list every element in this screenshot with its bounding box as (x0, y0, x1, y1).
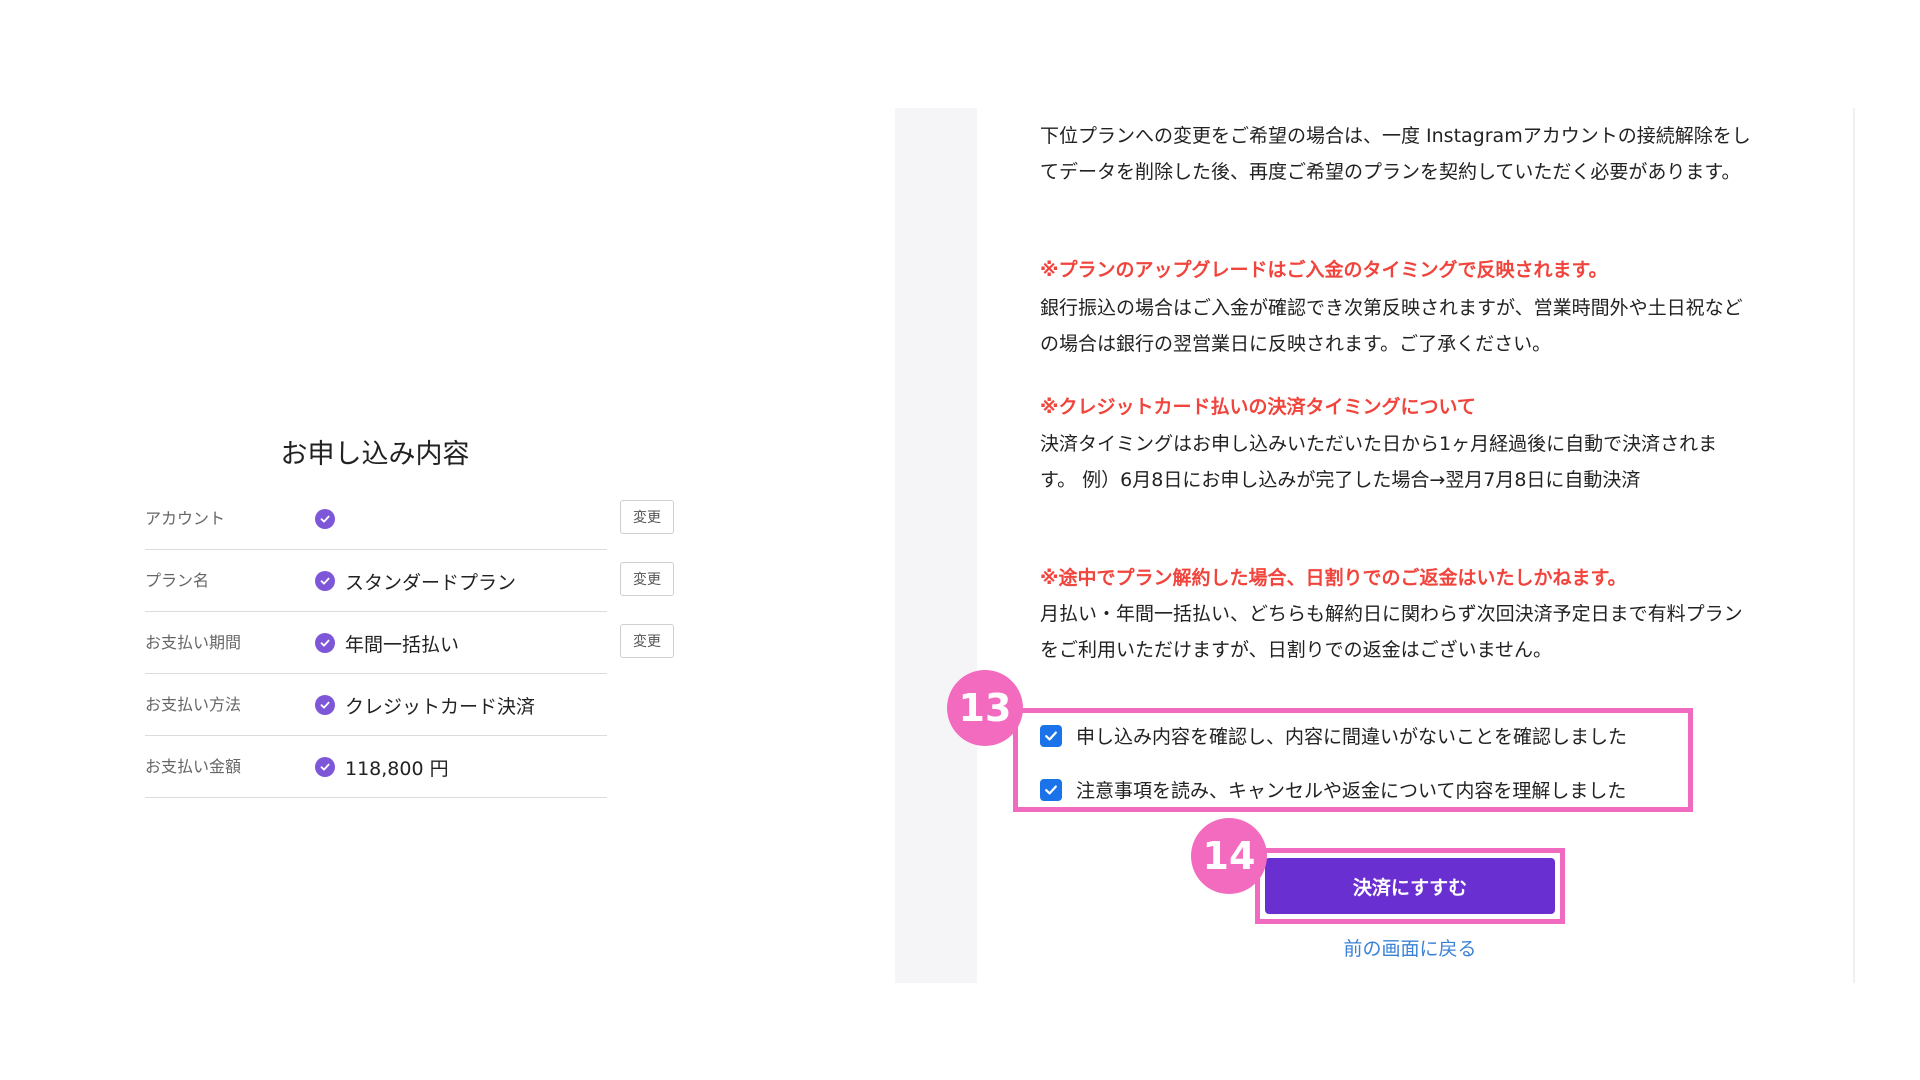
refund-notice-heading: ※途中でプラン解約した場合、日割りでのご返金はいたしかねます。 (1040, 567, 1627, 589)
summary-row-value: スタンダードプラン (315, 550, 516, 612)
summary-row-amount: お支払い金額 118,800 円 (145, 736, 607, 798)
notice-line: 下位プランへの変更をご希望の場合は、一度 Instagramアカウントの接続解除… (1040, 125, 1751, 147)
summary-row-plan: プラン名 スタンダードプラン 変更 (145, 550, 674, 612)
agree-confirm-label: 申し込み内容を確認し、内容に間違いがないことを確認しました (1076, 726, 1628, 748)
side-gutter (895, 108, 977, 983)
proceed-payment-button[interactable]: 決済にすすむ (1265, 858, 1555, 914)
step-13-badge: 13 (947, 670, 1023, 746)
checkbox-checked-icon[interactable] (1040, 778, 1062, 801)
summary-row-label: プラン名 (145, 571, 210, 590)
change-plan-button[interactable]: 変更 (620, 562, 674, 596)
checkbox-checked-icon[interactable] (1040, 724, 1062, 747)
agree-cancel-label: 注意事項を読み、キャンセルや返金について内容を理解しました (1076, 780, 1627, 802)
upgrade-notice-heading: ※プランのアップグレードはご入金のタイミングで反映されます。 (1040, 259, 1608, 281)
summary-table: アカウント 変更 プラン名 スタンダードプラン 変更 お支払い期間 年間一括払い… (145, 488, 674, 798)
notice-line: をご利用いただけますが、日割りでの返金はございません。 (1040, 639, 1553, 661)
summary-row-account: アカウント 変更 (145, 488, 674, 550)
notice-line: 月払い・年間一括払い、どちらも解約日に関わらず次回決済予定日まで有料プラン (1040, 603, 1743, 625)
summary-row-period: お支払い期間 年間一括払い 変更 (145, 612, 674, 674)
summary-value-text: クレジットカード決済 (345, 695, 536, 718)
check-circle-icon (315, 633, 335, 653)
summary-row-value: クレジットカード決済 (315, 674, 535, 736)
summary-value-text: スタンダードプラン (345, 571, 517, 594)
summary-row-label: お支払い方法 (145, 695, 242, 714)
summary-row-label: お支払い金額 (145, 757, 242, 776)
notice-line: 決済タイミングはお申し込みいただいた日から1ヶ月経過後に自動で決済されま (1040, 433, 1718, 455)
notice-line: てデータを削除した後、再度ご希望のプランを契約していただく必要があります。 (1040, 161, 1741, 183)
card-notice-heading: ※クレジットカード払いの決済タイミングについて (1040, 396, 1476, 418)
upgrade-notice-body: 銀行振込の場合はご入金が確認でき次第反映されますが、営業時間外や土日祝など の場… (1040, 290, 1800, 362)
summary-row-value (315, 488, 345, 550)
check-circle-icon (315, 509, 335, 529)
notice-line: 銀行振込の場合はご入金が確認でき次第反映されますが、営業時間外や土日祝など (1040, 297, 1743, 319)
summary-row-value: 118,800 円 (315, 736, 449, 798)
change-period-button[interactable]: 変更 (620, 624, 674, 658)
back-link[interactable]: 前の画面に戻る (1260, 934, 1560, 961)
panel-edge (1853, 108, 1855, 983)
summary-row-label: お支払い期間 (145, 633, 242, 652)
refund-notice-body: 月払い・年間一括払い、どちらも解約日に関わらず次回決済予定日まで有料プラン をご… (1040, 596, 1800, 668)
summary-value-text: 年間一括払い (345, 633, 460, 656)
change-account-button[interactable]: 変更 (620, 500, 674, 534)
check-circle-icon (315, 757, 335, 777)
check-circle-icon (315, 571, 335, 591)
summary-row-label: アカウント (145, 509, 226, 528)
downgrade-notice: 下位プランへの変更をご希望の場合は、一度 Instagramアカウントの接続解除… (1040, 118, 1800, 190)
summary-row-value: 年間一括払い (315, 612, 459, 674)
notice-line: す。 例）6月8日にお申し込みが完了した場合→翌月7月8日に自動決済 (1040, 469, 1641, 491)
check-circle-icon (315, 695, 335, 715)
agree-confirm-checkbox[interactable]: 申し込み内容を確認し、内容に間違いがないことを確認しました (1040, 722, 1627, 749)
summary-title: お申し込み内容 (280, 439, 470, 470)
step-14-badge: 14 (1191, 818, 1267, 894)
summary-value-text: 118,800 円 (345, 757, 449, 780)
summary-row-method: お支払い方法 クレジットカード決済 (145, 674, 607, 736)
notice-line: の場合は銀行の翌営業日に反映されます。ご了承ください。 (1040, 333, 1552, 355)
agree-cancel-checkbox[interactable]: 注意事項を読み、キャンセルや返金について内容を理解しました (1040, 776, 1626, 803)
card-notice-body: 決済タイミングはお申し込みいただいた日から1ヶ月経過後に自動で決済されま す。 … (1040, 426, 1800, 498)
